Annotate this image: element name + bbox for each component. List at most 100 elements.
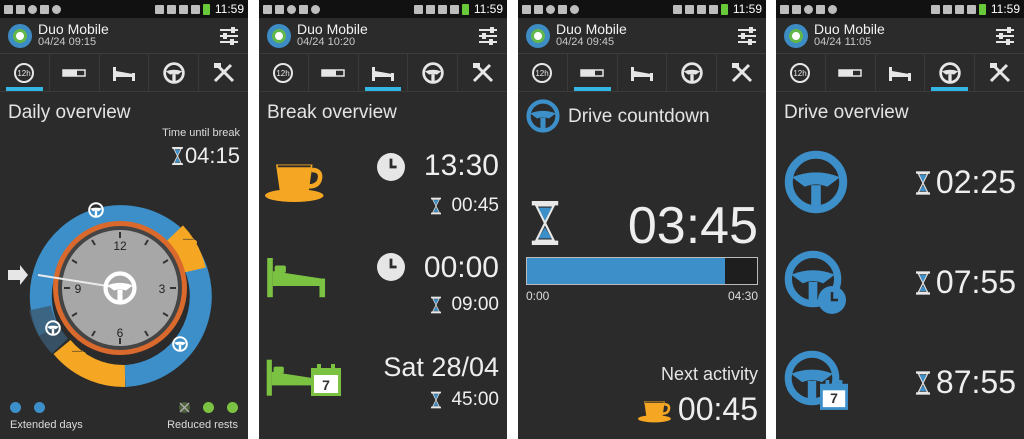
steering-wheel-icon [163,61,185,84]
break-remaining: 00:45 [431,195,499,217]
app-title: Duo Mobile [297,21,368,38]
page-title: Break overview [267,102,397,123]
legend-reduced-rests: Reduced rests [167,402,238,431]
battery-icon [978,3,986,15]
usb-icon [780,4,789,14]
daily-dial[interactable]: 12 3 6 9 [0,178,248,400]
tab-rest[interactable] [100,54,150,91]
12h-clock-icon: 12h [14,62,35,83]
tab-daily[interactable]: 12h [259,54,309,91]
cross-icon [179,402,190,413]
break-remaining-value: 00:45 [451,195,499,216]
tab-drive[interactable] [925,54,976,91]
tools-icon [731,62,752,82]
time-until-break-value: 04:15 [184,143,240,168]
svg-text:12h: 12h [18,69,31,78]
app-date: 04/24 09:15 [38,36,97,49]
alert-icon [28,4,37,14]
steering-wheel-icon [784,150,848,214]
download-icon [299,4,308,14]
calendar-day: 7 [830,390,838,406]
coffee-cup-icon [637,399,673,423]
tab-rest[interactable] [359,54,409,91]
tab-drive[interactable] [149,54,200,91]
tab-work[interactable] [568,54,618,91]
tab-tools[interactable] [717,54,766,91]
rest-remaining-value: 09:00 [451,294,499,315]
battery-icon [202,3,210,15]
legend-extended-days-label: Extended days [10,419,83,431]
tab-rest[interactable] [618,54,668,91]
image-icon [792,4,801,14]
app-title: Duo Mobile [38,21,109,38]
mute-icon [942,4,952,14]
tab-drive[interactable] [667,54,718,91]
page-title: Drive overview [784,102,909,123]
app-bar: Duo Mobile 04/24 10:20 [259,18,507,54]
drive-progress-bar [526,257,758,285]
notification-icons [263,4,320,14]
signal-icon [190,4,200,14]
usb-icon [522,4,531,14]
hourglass-icon [431,391,442,409]
legend-extended-days: Extended days [10,402,83,431]
tab-work[interactable] [826,54,876,91]
system-icons: 11:59 [154,2,244,16]
reduced-rest-dot [203,402,214,413]
tab-bar: 12h [518,54,766,92]
wifi-icon [954,4,964,14]
tab-tools[interactable] [975,54,1024,91]
tab-rest[interactable] [876,54,926,91]
tab-drive[interactable] [408,54,459,91]
reduced-rest-dot [227,402,238,413]
calendar-day: 7 [322,377,330,393]
tab-tools[interactable] [458,54,507,91]
image-icon [275,4,284,14]
legend-reduced-rests-label: Reduced rests [167,419,238,431]
settings-sliders-icon[interactable] [736,25,758,47]
tab-daily[interactable]: 12h [0,54,50,91]
hourglass-icon [915,170,930,195]
settings-sliders-icon[interactable] [218,25,240,47]
bluetooth-icon [672,4,682,14]
settings-sliders-icon[interactable] [994,25,1016,47]
system-icons: 11:59 [413,2,503,16]
system-icons: 11:59 [672,2,762,16]
status-bar: 11:59 [259,0,507,18]
mute-icon [684,4,694,14]
tab-daily[interactable]: 12h [518,54,568,91]
app-date: 04/24 10:20 [297,36,356,49]
current-time-arrow-icon [8,265,28,285]
bluetooth-icon [154,4,164,14]
steering-wheel-clock-icon [784,250,846,314]
tab-tools[interactable] [199,54,248,91]
notification-icons [522,4,579,14]
notification-icons [780,4,837,14]
signal-icon [966,4,976,14]
svg-text:12h: 12h [536,69,549,78]
hourglass-icon [915,270,930,295]
hourglass-icon [431,296,442,314]
bed-icon [267,258,326,298]
duo-mobile-logo-icon [8,23,32,48]
app-notification-icon [828,4,837,14]
rest-start-time: 00:00 [423,251,499,284]
steering-wheel-icon [681,61,703,84]
status-time: 11:59 [473,2,503,16]
image-icon [16,4,25,14]
weekly-rest-remaining-value: 45:00 [451,389,499,410]
tab-work[interactable] [50,54,100,91]
time-until-break-label: Time until break [162,127,240,139]
alert-icon [804,4,813,14]
clock-icon [377,153,405,181]
usb-icon [263,4,272,14]
bed-icon [371,66,394,81]
status-time: 11:59 [990,2,1020,16]
download-icon [816,4,825,14]
app-notification-icon [52,4,61,14]
steering-wheel-icon [422,61,444,84]
tab-daily[interactable]: 12h [776,54,826,91]
tab-work[interactable] [309,54,359,91]
settings-sliders-icon[interactable] [477,25,499,47]
drive-progress-fill [527,258,725,284]
